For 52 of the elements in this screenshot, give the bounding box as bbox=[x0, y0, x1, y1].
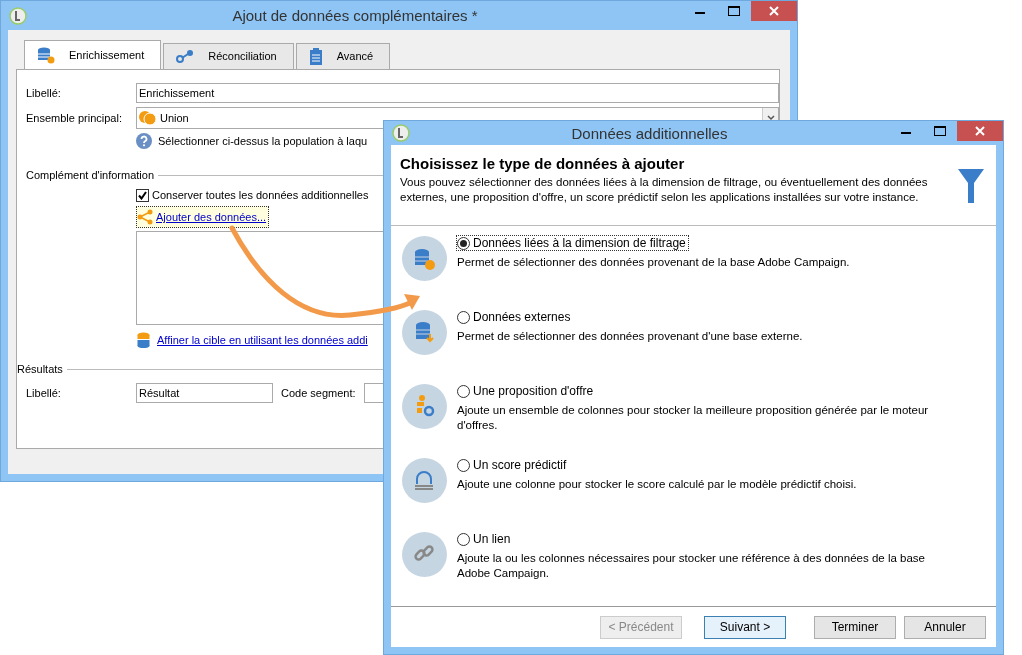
input-field[interactable]: Enrichissement bbox=[136, 82, 779, 103]
field-label: Libellé: bbox=[26, 386, 62, 399]
app-icon bbox=[392, 124, 410, 142]
share-nodes-icon bbox=[137, 209, 153, 225]
radio-option[interactable]: Un lien bbox=[457, 532, 513, 546]
caret-icon bbox=[766, 114, 775, 121]
close-button[interactable] bbox=[957, 121, 1003, 141]
funnel-icon bbox=[958, 169, 984, 203]
union-icon bbox=[139, 109, 156, 126]
maximize-icon bbox=[728, 6, 740, 16]
clipboard-icon bbox=[308, 47, 323, 65]
radio-option[interactable]: Données liées à la dimension de filtrage bbox=[457, 236, 688, 250]
database-icon bbox=[136, 332, 151, 348]
checkbox-label: Conserver toutes les données additionnelles bbox=[152, 189, 369, 201]
close-button[interactable] bbox=[751, 1, 797, 21]
dialog-heading: Choisissez le type de données à ajouter bbox=[400, 155, 686, 172]
option-description: Ajoute la ou les colonnes nécessaires pour stocker une référence à des données de la base Adobe Campaign. bbox=[457, 551, 926, 581]
dialog-button[interactable]: Annuler bbox=[904, 615, 986, 639]
tab[interactable]: Avancé bbox=[295, 43, 391, 69]
dialog-button[interactable]: Terminer bbox=[814, 615, 896, 639]
filter-data-option-icon bbox=[402, 236, 447, 281]
field-label: Ensemble principal: bbox=[26, 111, 123, 124]
help-icon bbox=[136, 133, 152, 149]
radio-option[interactable]: Données externes bbox=[457, 310, 573, 324]
field-label: Libellé: bbox=[26, 86, 62, 99]
radio-option[interactable]: Un score prédictif bbox=[457, 458, 569, 472]
input-field[interactable]: Résultat bbox=[136, 382, 273, 403]
score-option-icon bbox=[402, 458, 447, 503]
close-icon bbox=[769, 6, 779, 16]
app-icon bbox=[9, 6, 27, 25]
offer-option-icon bbox=[402, 384, 447, 429]
close-icon bbox=[975, 126, 985, 136]
field-label: Code segment: bbox=[281, 386, 356, 399]
group-title: Complément d'information bbox=[26, 169, 155, 181]
dialog-description: Vous pouvez sélectionner des données liées à la dimension de filtrage, ou éventuellement des données externes, une proposition d'offre, un score prédictif selon les applications installées sur votre instance. bbox=[400, 175, 929, 205]
tab[interactable]: Enrichissement bbox=[24, 40, 162, 70]
checkbox[interactable] bbox=[136, 188, 149, 202]
group-title: Résultats bbox=[17, 363, 63, 375]
help-text: Sélectionner ci-dessus la population à laqu bbox=[158, 135, 368, 147]
window-title: Ajout de données complémentaires * bbox=[231, 7, 479, 24]
option-description: Permet de sélectionner des données provenant d'une base externe. bbox=[457, 329, 804, 344]
link-nodes-icon bbox=[176, 49, 195, 63]
radio-option[interactable]: Une proposition d'offre bbox=[457, 384, 596, 398]
tab[interactable]: Réconciliation bbox=[163, 43, 294, 69]
option-description: Ajoute un ensemble de colonnes pour stocker la meilleure proposition générée par le moteur d'offres. bbox=[457, 403, 930, 433]
external-option-icon bbox=[402, 310, 447, 355]
link-option-icon bbox=[402, 532, 447, 577]
option-description: Ajoute une colonne pour stocker le score calculé par le modèle prédictif choisi. bbox=[457, 477, 858, 492]
dialog-button[interactable]: Suivant > bbox=[704, 615, 786, 639]
maximize-icon bbox=[934, 126, 946, 136]
option-description: Permet de sélectionner des données provenant de la base Adobe Campaign. bbox=[457, 255, 851, 270]
refine-target-link[interactable]: Affiner la cible en utilisant les données addi bbox=[157, 334, 368, 346]
